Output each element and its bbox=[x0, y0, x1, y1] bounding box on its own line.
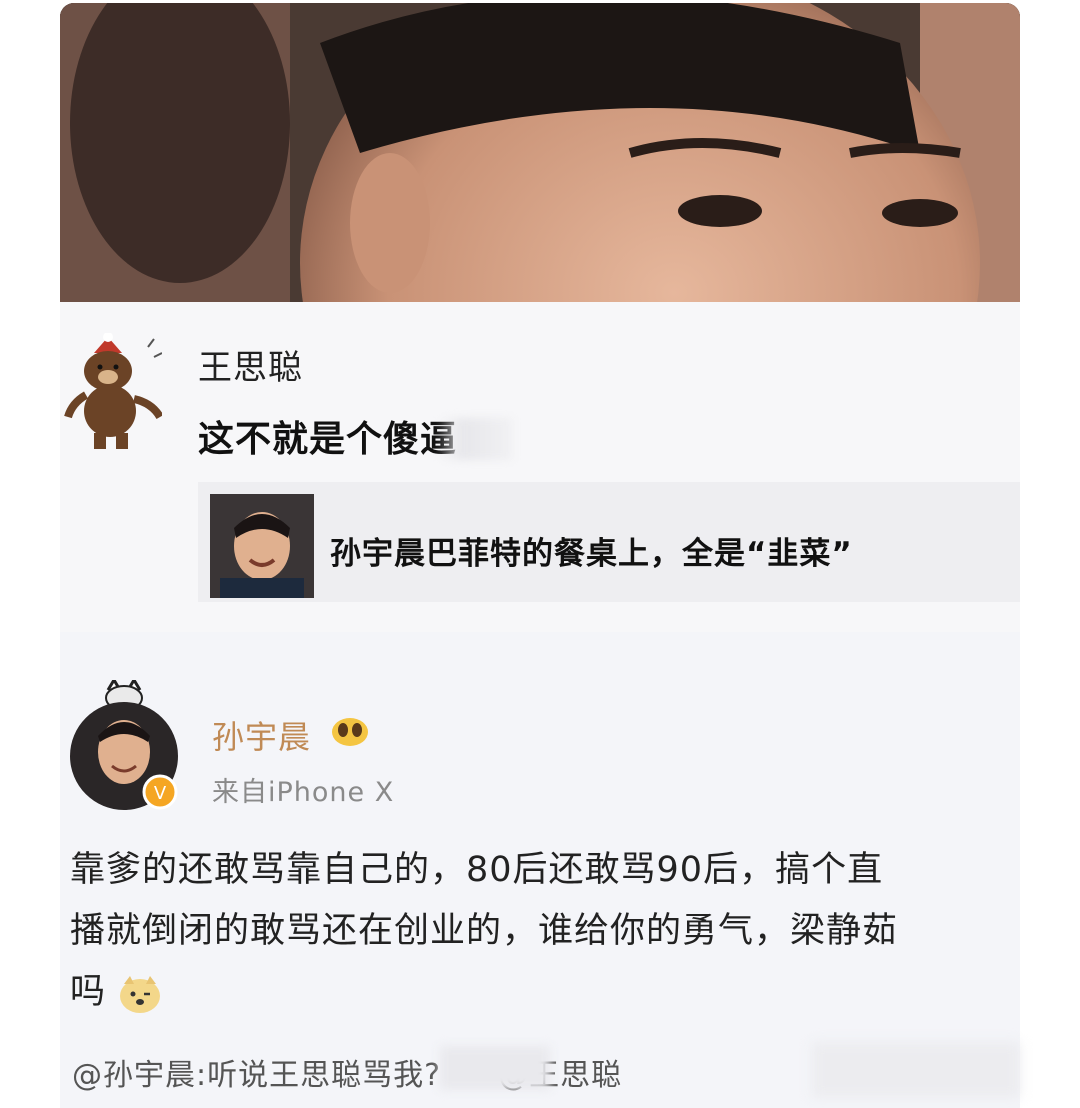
author-name-1[interactable]: 王思聪 bbox=[198, 340, 303, 389]
watermark-blur bbox=[812, 1042, 1020, 1098]
repost-thumbnail bbox=[210, 494, 314, 598]
content-line-3: 吗 bbox=[70, 962, 1010, 1023]
user-avatar-icon[interactable]: V bbox=[68, 677, 180, 812]
post-content-1: 这不就是个傻逼 bbox=[198, 419, 458, 460]
post-source: 来自iPhone X bbox=[212, 777, 395, 808]
header-photo bbox=[60, 3, 1020, 302]
bear-sticker-icon bbox=[64, 332, 164, 451]
author-name-2[interactable]: 孙宇晨 bbox=[212, 712, 311, 758]
repost-title: 孙宇晨巴菲特的餐桌上，全是“韭菜” bbox=[330, 536, 853, 572]
gold-v-badge-icon bbox=[330, 716, 370, 748]
doge-emoji-icon bbox=[118, 973, 162, 1013]
footer-text: @孙宇晨:听说王思聪骂我? bbox=[72, 1058, 442, 1093]
content-line-3-text: 吗 bbox=[70, 972, 107, 1012]
censor-blur bbox=[438, 418, 512, 460]
content-line-2: 播就倒闭的敢骂还在创业的，谁给你的勇气，梁静茹 bbox=[70, 911, 899, 951]
footer-censor-blur bbox=[440, 1046, 550, 1090]
post-content-2: 靠爹的还敢骂靠自己的，80后还敢骂90后，搞个直 播就倒闭的敢骂还在创业的，谁给… bbox=[70, 840, 1010, 1023]
svg-text:V: V bbox=[154, 783, 167, 804]
content-line-1: 靠爹的还敢骂靠自己的，80后还敢骂90后，搞个直 bbox=[70, 850, 884, 890]
